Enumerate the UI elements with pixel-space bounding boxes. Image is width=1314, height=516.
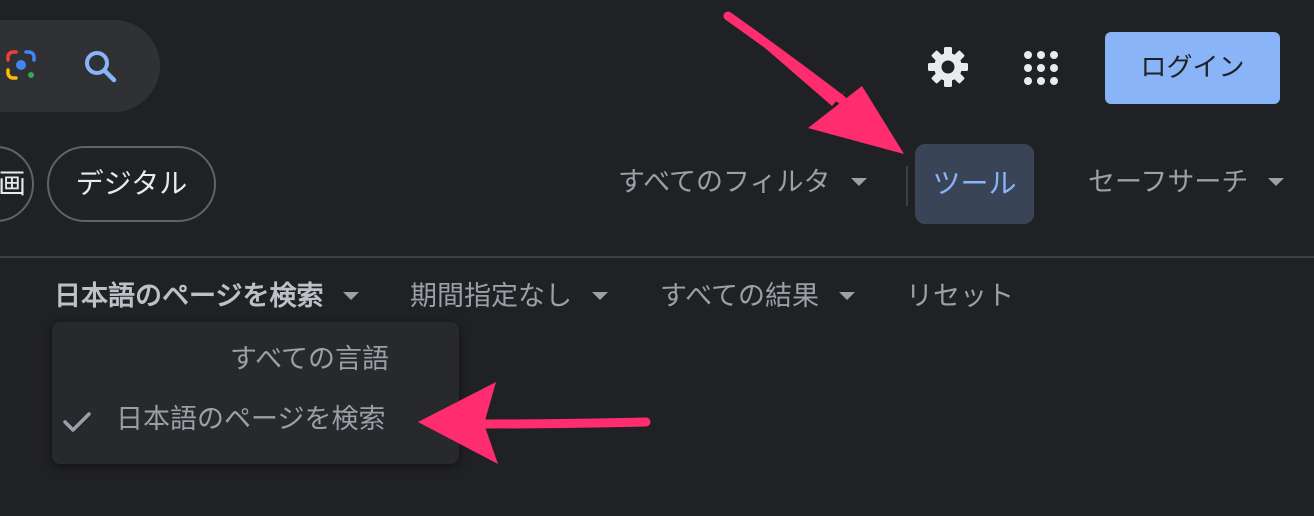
menu-item-all-languages[interactable]: すべての言語 bbox=[230, 332, 389, 388]
results-filter-dropdown[interactable]: すべての結果 bbox=[660, 274, 856, 320]
safesearch-label: セーフサーチ bbox=[1088, 167, 1249, 198]
caret-down-icon bbox=[343, 291, 360, 300]
caret-down-icon bbox=[592, 291, 608, 300]
apps-grid-icon[interactable] bbox=[1020, 47, 1062, 89]
results-filter-label: すべての結果 bbox=[660, 281, 820, 312]
menu-item-japanese-pages[interactable]: 日本語のページを検索 bbox=[116, 392, 385, 448]
chip-partial[interactable]: 画 bbox=[0, 146, 34, 222]
language-menu: すべての言語 日本語のページを検索 bbox=[52, 322, 459, 464]
caret-down-icon bbox=[1268, 177, 1285, 186]
period-filter-dropdown[interactable]: 期間指定なし bbox=[410, 274, 608, 320]
search-results-page: ログイン 画 デジタル すべてのフィルタ ツール セーフサーチ 日本語のページを… bbox=[0, 0, 1314, 516]
period-filter-label: 期間指定なし bbox=[410, 281, 572, 312]
language-filter-label: 日本語のページを検索 bbox=[54, 281, 324, 312]
reset-link[interactable]: リセット bbox=[906, 274, 1014, 320]
caret-down-icon bbox=[850, 177, 867, 186]
all-filters-dropdown[interactable]: すべてのフィルタ bbox=[618, 160, 867, 206]
caret-down-icon bbox=[839, 291, 856, 300]
google-lens-icon[interactable] bbox=[4, 48, 38, 82]
horizontal-divider bbox=[0, 256, 1314, 258]
chip-digital[interactable]: デジタル bbox=[47, 146, 216, 222]
annotation-arrow-tools bbox=[723, 11, 904, 154]
search-box[interactable] bbox=[0, 20, 160, 112]
all-filters-label: すべてのフィルタ bbox=[618, 167, 831, 198]
tools-button[interactable]: ツール bbox=[915, 144, 1034, 224]
vertical-divider bbox=[906, 166, 908, 206]
search-icon[interactable] bbox=[82, 48, 118, 84]
gear-icon[interactable] bbox=[926, 45, 970, 89]
language-filter-dropdown[interactable]: 日本語のページを検索 bbox=[54, 274, 360, 320]
check-icon bbox=[63, 412, 91, 432]
login-button[interactable]: ログイン bbox=[1105, 32, 1280, 104]
safesearch-dropdown[interactable]: セーフサーチ bbox=[1088, 160, 1285, 206]
